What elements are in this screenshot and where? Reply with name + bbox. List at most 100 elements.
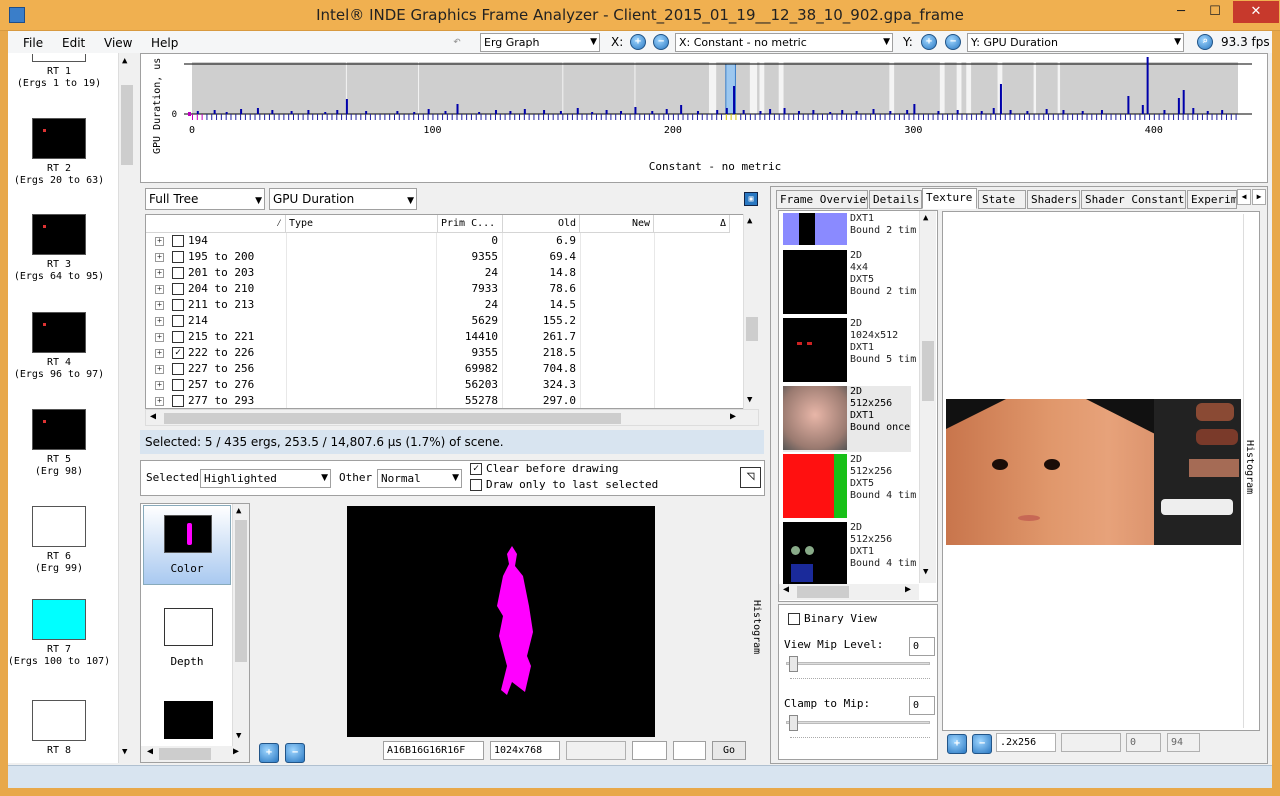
targets-hscroll[interactable]: ◀ ▶ — [141, 746, 249, 762]
menu-help[interactable]: Help — [151, 36, 178, 50]
row-checkbox[interactable] — [172, 283, 184, 295]
render-zoom-in-icon[interactable]: + — [259, 743, 279, 763]
tree-row[interactable]: +194 0 6.9 — [146, 233, 744, 249]
expand-icon[interactable]: + — [155, 397, 164, 406]
tab-shader-constants[interactable]: Shader Constants — [1081, 190, 1186, 209]
tree-scroll-down-icon[interactable]: ▼ — [747, 395, 752, 405]
targets-scroll-left-icon[interactable]: ◀ — [147, 746, 153, 757]
targets-hscroll-thumb[interactable] — [159, 748, 211, 760]
tree-row[interactable]: + ✓ 222 to 226 9355 218.5 — [146, 345, 744, 361]
x-metric-select[interactable]: X: Constant - no metric ▼ — [675, 33, 893, 52]
tree-vscroll[interactable]: ▲ ▼ — [743, 214, 759, 409]
clear-before-checkbox[interactable]: ✓ — [470, 463, 482, 475]
save-icon[interactable]: ▣ — [744, 192, 758, 206]
texture-zoom-in-icon[interactable]: + — [947, 734, 967, 754]
tree-row[interactable]: +211 to 213 24 14.5 — [146, 297, 744, 313]
col-new[interactable]: New — [580, 215, 654, 233]
row-checkbox[interactable] — [172, 235, 184, 247]
clamp-mip-input[interactable]: 0 — [909, 696, 935, 715]
expand-icon[interactable]: + — [155, 317, 164, 326]
expand-icon[interactable]: + — [155, 285, 164, 294]
maximize-button[interactable]: ☐ — [1200, 1, 1230, 23]
row-checkbox[interactable] — [172, 315, 184, 327]
graph-type-select[interactable]: Erg Graph ▼ — [480, 33, 600, 52]
col-delta[interactable]: Δ — [654, 215, 730, 233]
coord-y-input[interactable] — [673, 741, 706, 760]
targets-vscroll-thumb[interactable] — [235, 520, 247, 662]
close-button[interactable]: ✕ — [1233, 1, 1279, 23]
tree-row[interactable]: +215 to 221 14410 261.7 — [146, 329, 744, 345]
col-old[interactable]: Old — [503, 215, 580, 233]
texture-scroll-left-icon[interactable]: ◀ — [783, 584, 789, 595]
rt-thumb-3[interactable]: RT 3 (Ergs 64 to 95) — [4, 214, 114, 283]
y-zoom-in-icon[interactable]: + — [921, 34, 937, 50]
tree-scroll-up-icon[interactable]: ▲ — [747, 216, 752, 226]
render-zoom-out-icon[interactable]: − — [285, 743, 305, 763]
tree-row[interactable]: +204 to 210 7933 78.6 — [146, 281, 744, 297]
tree-row[interactable]: +214 5629 155.2 — [146, 313, 744, 329]
tab-frame-overview[interactable]: Frame Overview — [776, 190, 868, 209]
col-prim[interactable]: Prim C... — [438, 215, 503, 233]
mip-level-input[interactable]: 0 — [909, 637, 935, 656]
col-name[interactable]: ⁄ — [146, 215, 286, 233]
rt-thumb-4[interactable]: RT 4 (Ergs 96 to 97) — [4, 312, 114, 381]
coord-x-input[interactable] — [632, 741, 667, 760]
draw-only-last-checkbox[interactable] — [470, 479, 482, 491]
texture-item[interactable]: 2D 512x256 DXT1 Bound once — [783, 386, 911, 452]
texture-item[interactable]: 2D 4x4 DXT5 Bound 2 tim — [783, 250, 916, 316]
tab-shaders[interactable]: Shaders — [1027, 190, 1080, 209]
tree-row[interactable]: +201 to 203 24 14.8 — [146, 265, 744, 281]
other-mode-select[interactable]: Normal ▼ — [377, 469, 462, 488]
mip-level-slider[interactable] — [789, 656, 798, 672]
tree-scroll-right-icon[interactable]: ▶ — [730, 411, 736, 422]
targets-scroll-right-icon[interactable]: ▶ — [233, 746, 239, 757]
undo-icon[interactable]: ↶ — [453, 34, 471, 49]
row-checkbox[interactable] — [172, 363, 184, 375]
texture-hscroll[interactable]: ◀ ▶ — [779, 584, 919, 600]
expand-icon[interactable]: + — [155, 269, 164, 278]
tab-details[interactable]: Details — [869, 190, 922, 209]
tree-metric-select[interactable]: GPU Duration ▼ — [269, 188, 417, 210]
rt-list-scrollbar[interactable]: ▲ ▼ — [118, 53, 134, 763]
texture-item[interactable]: 2D 512x256 DXT1 Bound 4 tim — [783, 522, 916, 588]
rt-thumb-8[interactable]: RT 8 — [4, 700, 114, 757]
mip-level-track[interactable] — [786, 662, 930, 665]
tree-scroll-left-icon[interactable]: ◀ — [150, 411, 156, 422]
tree-vscroll-thumb[interactable] — [746, 317, 758, 341]
row-checkbox[interactable] — [172, 251, 184, 263]
row-checkbox[interactable] — [172, 395, 184, 407]
clamp-mip-slider[interactable] — [789, 715, 798, 731]
targets-vscroll[interactable]: ▲ ▼ — [232, 504, 249, 747]
expand-icon[interactable]: + — [155, 301, 164, 310]
expand-icon[interactable]: + — [155, 237, 164, 246]
x-zoom-out-icon[interactable]: − — [653, 34, 669, 50]
scroll-down-icon[interactable]: ▼ — [122, 747, 127, 757]
texture-item[interactable]: 2D 1024x512 DXT1 Bound 5 tim — [783, 318, 916, 384]
tree-view-select[interactable]: Full Tree ▼ — [145, 188, 265, 210]
row-checkbox[interactable] — [172, 267, 184, 279]
selected-mode-select[interactable]: Highlighted ▼ — [200, 469, 331, 488]
y-zoom-out-icon[interactable]: − — [945, 34, 961, 50]
texture-vscroll[interactable]: ▲ ▼ — [919, 211, 936, 583]
expand-icon[interactable]: + — [155, 253, 164, 262]
rt-thumb-2[interactable]: RT 2 (Ergs 20 to 63) — [4, 118, 114, 187]
texture-scroll-down-icon[interactable]: ▼ — [923, 567, 928, 577]
binary-view-checkbox[interactable] — [788, 613, 800, 625]
clamp-mip-track[interactable] — [786, 721, 930, 724]
texture-item[interactable]: 2D 512x256 DXT5 Bound 4 tim — [783, 454, 916, 520]
minimize-button[interactable]: ─ — [1166, 1, 1196, 23]
texture-vscroll-thumb[interactable] — [922, 341, 934, 401]
tree-row[interactable]: +277 to 293 55278 297.0 — [146, 393, 744, 408]
tree-row[interactable]: +227 to 256 69982 704.8 — [146, 361, 744, 377]
tab-experiments[interactable]: Experim — [1187, 190, 1237, 209]
texture-scroll-right-icon[interactable]: ▶ — [905, 584, 911, 595]
expand-icon[interactable]: + — [155, 365, 164, 374]
corner-arrow-icon[interactable]: ◹ — [740, 467, 761, 488]
tab-scroll-right-icon[interactable]: ▶ — [1252, 189, 1266, 205]
expand-icon[interactable]: + — [155, 381, 164, 390]
expand-icon[interactable]: + — [155, 333, 164, 342]
row-checkbox[interactable]: ✓ — [172, 347, 184, 359]
go-button[interactable]: Go — [712, 741, 746, 760]
color-target-tile[interactable]: Color — [143, 505, 231, 585]
texture-item[interactable]: DXT1 Bound 2 tim — [783, 213, 916, 247]
